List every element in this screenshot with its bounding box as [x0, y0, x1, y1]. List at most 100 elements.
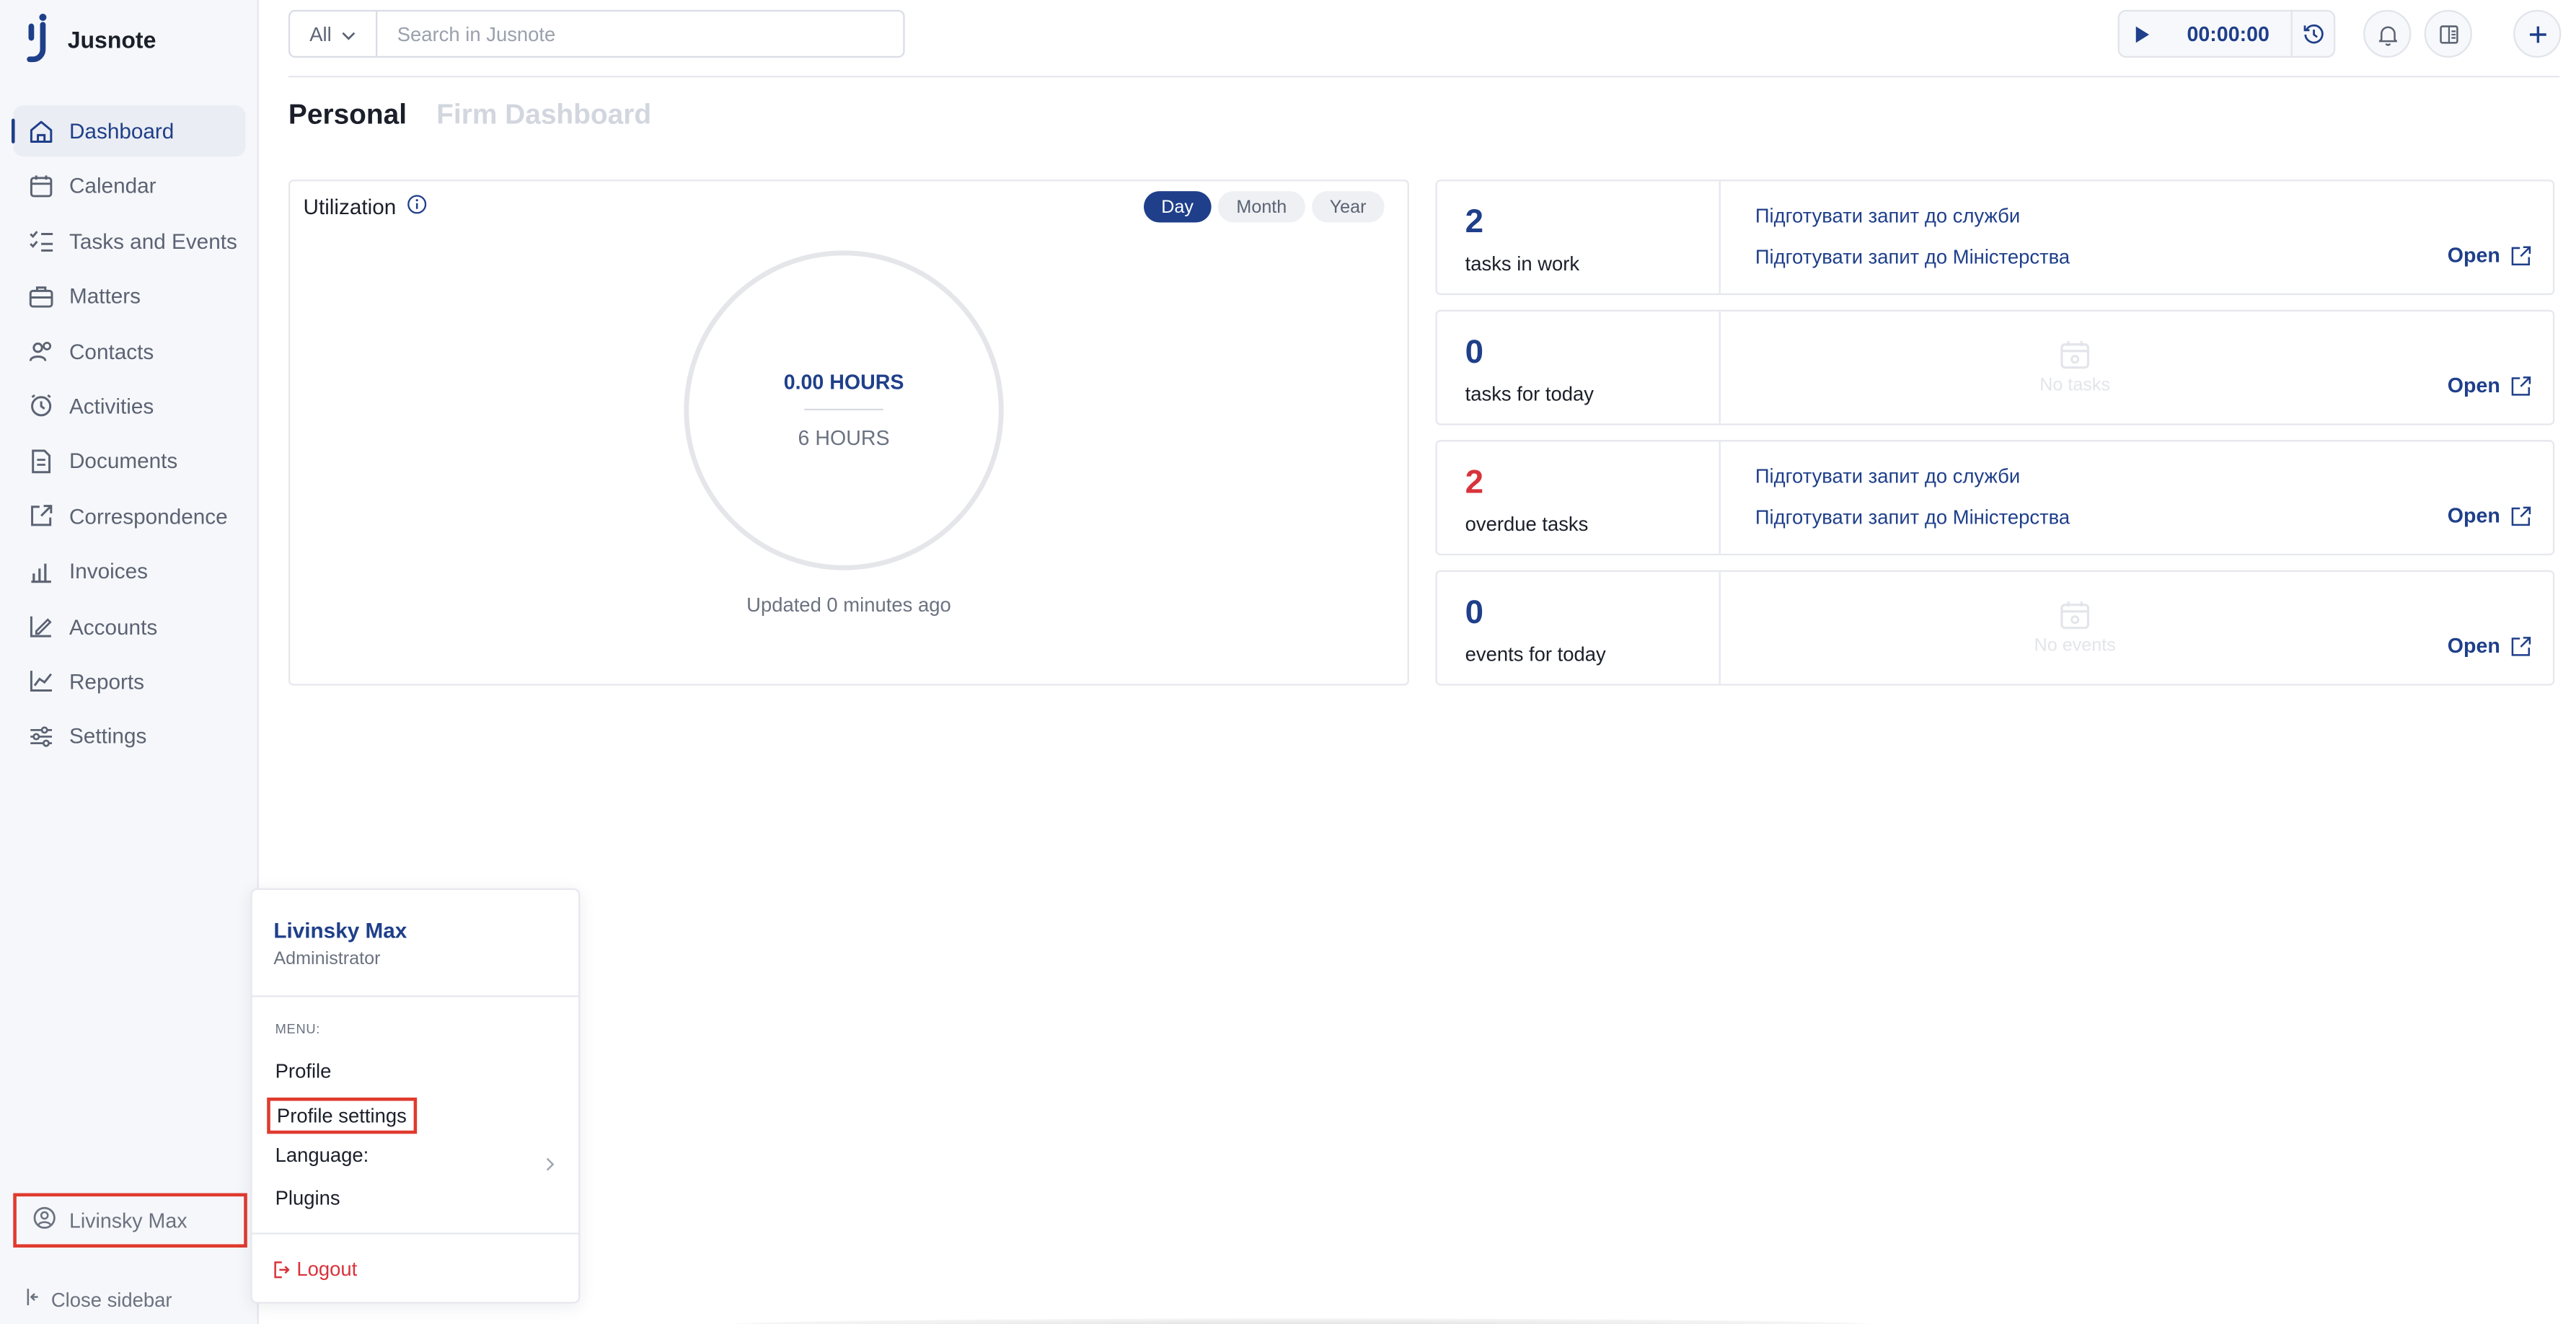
open-label: Open — [2447, 504, 2500, 528]
user-name: Livinsky Max — [273, 917, 407, 943]
calendar-icon — [28, 173, 55, 200]
external-link-icon — [2511, 245, 2531, 265]
sidebar-item-correspondence[interactable]: Correspondence — [13, 490, 245, 542]
info-icon[interactable] — [407, 195, 428, 219]
stat-count: 0 — [1465, 594, 1484, 632]
sidebar-item-label: Matters — [69, 283, 141, 309]
menu-item-plugins[interactable]: Plugins — [275, 1186, 340, 1209]
empty-calendar-icon — [2060, 601, 2090, 630]
sidebar-item-label: Accounts — [69, 614, 158, 639]
open-label: Open — [2447, 244, 2500, 268]
collapse-sidebar-icon — [27, 1287, 42, 1312]
open-button[interactable]: Open — [2448, 504, 2531, 527]
jusnote-logo-icon — [27, 13, 47, 63]
sidebar-item-label: Reports — [69, 668, 145, 694]
sidebar-item-contacts[interactable]: Contacts — [13, 325, 245, 376]
user-dropdown-menu: Livinsky Max Administrator MENU: Profile… — [250, 888, 581, 1304]
utilization-title: Utilization — [303, 194, 397, 219]
sidebar-item-calendar[interactable]: Calendar — [13, 161, 245, 212]
play-icon — [2135, 25, 2150, 43]
menu-item-profile-settings[interactable]: Profile settings — [267, 1098, 417, 1134]
tab-firm-dashboard[interactable]: Firm Dashboard — [436, 99, 651, 132]
hours-logged: 0.00 HOURS — [783, 371, 904, 394]
sidebar-item-dashboard[interactable]: Dashboard — [11, 105, 246, 157]
period-day-button[interactable]: Day — [1143, 191, 1212, 223]
updated-text: Updated 0 minutes ago — [746, 593, 951, 617]
sidebar-item-activities[interactable]: Activities — [13, 381, 245, 432]
logout-label: Logout — [296, 1257, 358, 1281]
panel-icon — [2439, 25, 2458, 43]
sidebar-item-label: Invoices — [69, 559, 148, 584]
open-button[interactable]: Open — [2448, 374, 2531, 397]
sidebar-item-accounts[interactable]: Accounts — [13, 601, 245, 652]
sidebar-item-documents[interactable]: Documents — [13, 436, 245, 487]
document-icon — [28, 448, 55, 475]
tab-personal[interactable]: Personal — [288, 99, 407, 132]
search-bar: All — [288, 9, 905, 58]
sidebar-item-invoices[interactable]: Invoices — [13, 546, 245, 597]
sidebar-item-label: Activities — [69, 394, 154, 419]
logo[interactable]: Jusnote — [27, 13, 156, 66]
stat-count: 2 — [1465, 464, 1484, 501]
stat-card-events-for-today: 0 events for today No events Open — [1435, 570, 2555, 686]
task-link[interactable]: Підготувати запит до служби — [1755, 464, 2070, 487]
menu-item-profile[interactable]: Profile — [275, 1059, 332, 1082]
external-link-icon — [2511, 506, 2531, 525]
stat-summary: 2 overdue tasks — [1437, 441, 1721, 554]
history-icon — [2303, 23, 2323, 43]
stat-card-tasks-in-work: 2 tasks in work Підготувати запит до слу… — [1435, 180, 2555, 296]
sidebar-item-tasks-and-events[interactable]: Tasks and Events — [13, 216, 245, 267]
period-month-button[interactable]: Month — [1218, 191, 1305, 223]
stat-label: events for today — [1465, 643, 1606, 666]
invoice-icon — [28, 558, 55, 585]
period-selector: Day Month Year — [1143, 191, 1385, 223]
task-link[interactable]: Підготувати запит до Міністерства — [1755, 506, 2070, 529]
ring-divider — [804, 408, 883, 411]
stat-label: overdue tasks — [1465, 512, 1589, 536]
sidebar-item-label: Dashboard — [69, 118, 175, 144]
period-year-button[interactable]: Year — [1311, 191, 1385, 223]
plus-icon — [2528, 25, 2546, 43]
chevron-right-icon — [545, 1150, 555, 1180]
stat-task-list: Підготувати запит до служби Підготувати … — [1755, 464, 2070, 547]
timer-widget: 00:00:00 — [2117, 9, 2336, 58]
menu-item-language[interactable]: Language: — [275, 1144, 369, 1167]
bottom-shadow — [725, 1318, 1879, 1324]
correspondence-icon — [28, 503, 55, 530]
app-name: Jusnote — [67, 26, 156, 53]
sidebar-item-reports[interactable]: Reports — [13, 656, 245, 707]
task-link[interactable]: Підготувати запит до служби — [1755, 204, 2070, 227]
sidebar-item-matters[interactable]: Matters — [13, 270, 245, 322]
user-menu-label: Livinsky Max — [69, 1209, 188, 1232]
timer-value: 00:00:00 — [2187, 22, 2270, 45]
add-new-button[interactable] — [2513, 9, 2562, 58]
task-link[interactable]: Підготувати запит до Міністерства — [1755, 246, 2070, 269]
checklist-icon — [28, 228, 55, 255]
user-menu-button[interactable]: Livinsky Max — [13, 1193, 247, 1248]
utilization-ring: 0.00 HOURS 6 HOURS — [684, 250, 1004, 570]
user-role: Administrator — [273, 949, 381, 969]
notifications-button[interactable] — [2363, 9, 2412, 58]
logout-button[interactable]: Logout — [273, 1258, 357, 1281]
open-button[interactable]: Open — [2448, 635, 2531, 658]
timer-play-button[interactable] — [2120, 24, 2166, 43]
menu-divider — [252, 1232, 579, 1235]
external-link-icon — [2511, 636, 2531, 656]
dashboard-tabs: Personal Firm Dashboard — [288, 99, 651, 132]
close-sidebar-label: Close sidebar — [50, 1287, 172, 1311]
empty-state-text: No events — [2034, 636, 2116, 656]
sidebar-item-settings[interactable]: Settings — [13, 711, 245, 762]
close-sidebar-button[interactable]: Close sidebar — [27, 1287, 172, 1312]
timer-history-button[interactable] — [2290, 11, 2334, 56]
stat-summary: 0 events for today — [1437, 571, 1721, 684]
topbar-divider — [288, 76, 2560, 78]
utilization-header: Utilization — [303, 194, 428, 219]
stat-card-tasks-for-today: 0 tasks for today No tasks Open — [1435, 309, 2555, 425]
clock-icon — [28, 393, 55, 420]
open-button[interactable]: Open — [2448, 244, 2531, 267]
layout-toggle-button[interactable] — [2424, 9, 2472, 58]
empty-state-text: No tasks — [2039, 376, 2111, 396]
search-input[interactable] — [377, 11, 904, 56]
contacts-icon — [28, 338, 55, 365]
search-filter-select[interactable]: All — [290, 11, 378, 56]
